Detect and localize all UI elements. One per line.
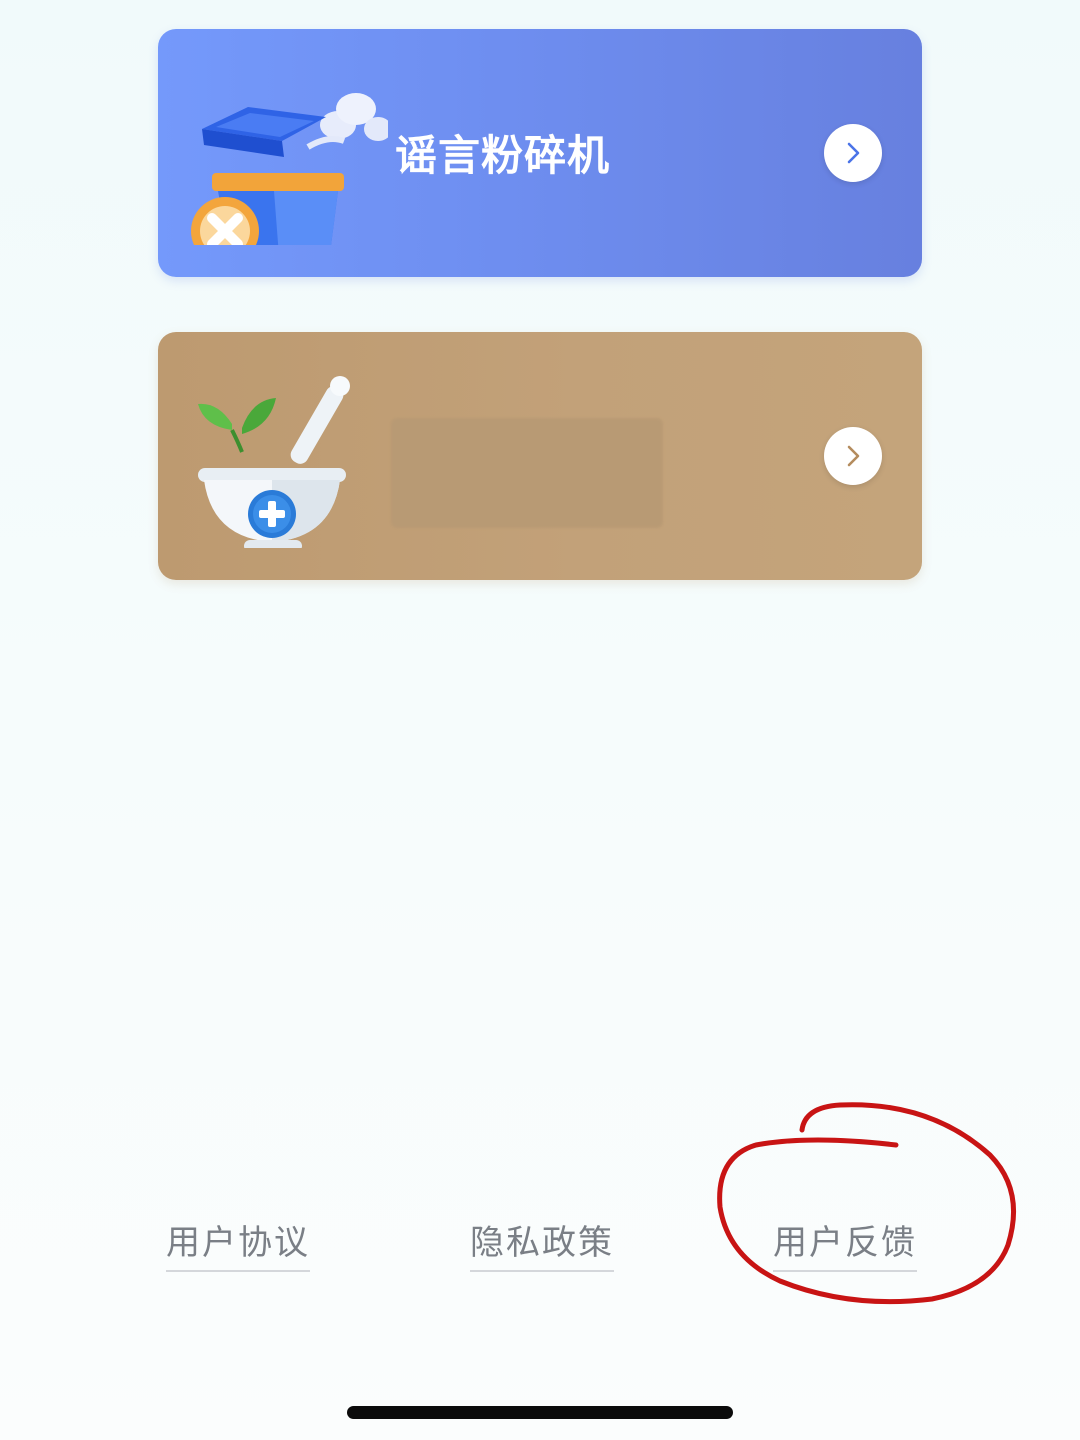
privacy-policy-link[interactable]: 隐私政策 (470, 1218, 614, 1272)
herbal-medicine-card[interactable] (158, 332, 922, 580)
home-indicator[interactable] (347, 1406, 733, 1419)
hand-drawn-circle-annotation (717, 1102, 1016, 1305)
chevron-right-icon (847, 142, 860, 164)
user-feedback-link[interactable]: 用户反馈 (773, 1218, 917, 1272)
rumor-shredder-card[interactable]: 谣言粉碎机 (158, 29, 922, 277)
chevron-right-button[interactable] (824, 427, 882, 485)
mortar-pestle-icon (198, 376, 350, 548)
obscured-title (391, 418, 663, 528)
trash-bin-icon (191, 93, 388, 245)
chevron-right-button[interactable] (824, 124, 882, 182)
chevron-right-icon (847, 445, 860, 467)
user-agreement-link[interactable]: 用户协议 (166, 1218, 310, 1272)
card-title: 谣言粉碎机 (395, 131, 611, 180)
